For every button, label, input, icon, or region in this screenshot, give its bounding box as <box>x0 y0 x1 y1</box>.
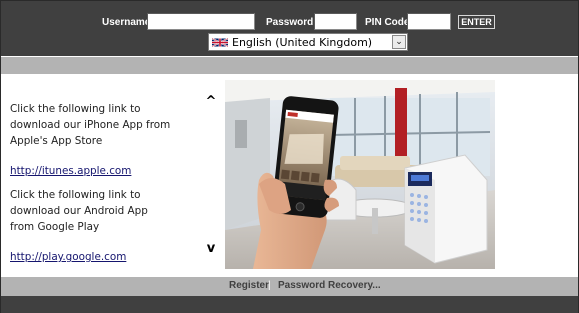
register-link[interactable]: Register <box>229 280 269 291</box>
username-input[interactable] <box>147 13 255 30</box>
iphone-text-line: Apple's App Store <box>10 135 103 147</box>
android-text-line: download our Android App <box>10 205 148 217</box>
iphone-instructions: Click the following link to download our… <box>10 101 170 149</box>
pin-code-input[interactable] <box>407 13 451 30</box>
scroll-down-arrow-icon[interactable]: v <box>203 241 219 257</box>
android-text-line: Click the following link to <box>10 189 141 201</box>
google-play-link[interactable]: http://play.google.com <box>10 250 126 264</box>
header-band <box>1 57 578 74</box>
iphone-text-line: Click the following link to <box>10 103 141 115</box>
chevron-down-icon[interactable]: ⌄ <box>392 35 406 49</box>
scroll-up-arrow-icon[interactable]: ^ <box>203 94 219 110</box>
password-recovery-link[interactable]: Password Recovery... <box>278 280 381 291</box>
android-instructions: Click the following link to download our… <box>10 187 148 235</box>
password-input[interactable] <box>314 13 357 30</box>
footer-separator: | <box>268 280 271 291</box>
iphone-text-line: download our iPhone App from <box>10 119 171 131</box>
bottom-bar <box>1 296 578 313</box>
android-text-line: from Google Play <box>10 221 100 233</box>
language-selected-label: English (United Kingdom) <box>232 36 373 49</box>
app-promo-image <box>225 80 495 269</box>
password-label: Password: <box>266 17 317 28</box>
enter-button[interactable]: ENTER <box>458 15 495 29</box>
login-bar: Username: Password: PIN Code: ENTER Engl… <box>1 1 578 56</box>
language-select[interactable]: English (United Kingdom) ⌄ <box>208 33 408 51</box>
itunes-link[interactable]: http://itunes.apple.com <box>10 164 131 178</box>
uk-flag-icon <box>212 37 228 48</box>
page-frame: Username: Password: PIN Code: ENTER Engl… <box>0 0 579 313</box>
pin-code-label: PIN Code: <box>365 17 413 28</box>
username-label: Username: <box>102 17 154 28</box>
footer-band: Register | Password Recovery... <box>1 277 578 296</box>
